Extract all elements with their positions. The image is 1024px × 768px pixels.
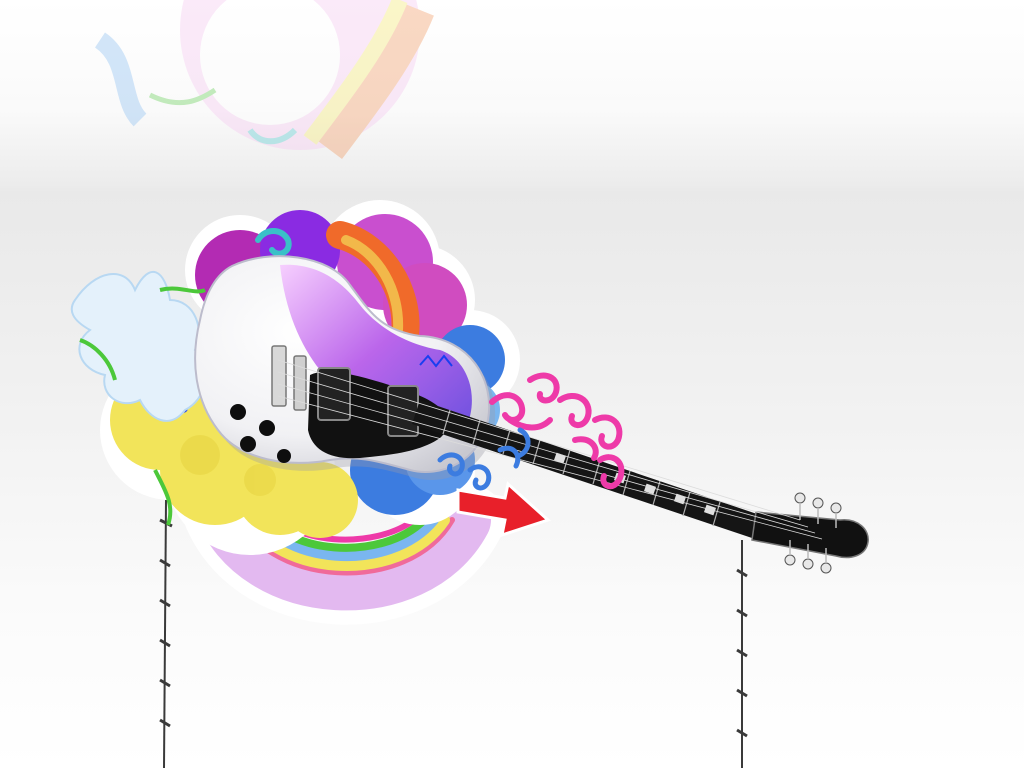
guitar-artwork bbox=[70, 200, 869, 768]
